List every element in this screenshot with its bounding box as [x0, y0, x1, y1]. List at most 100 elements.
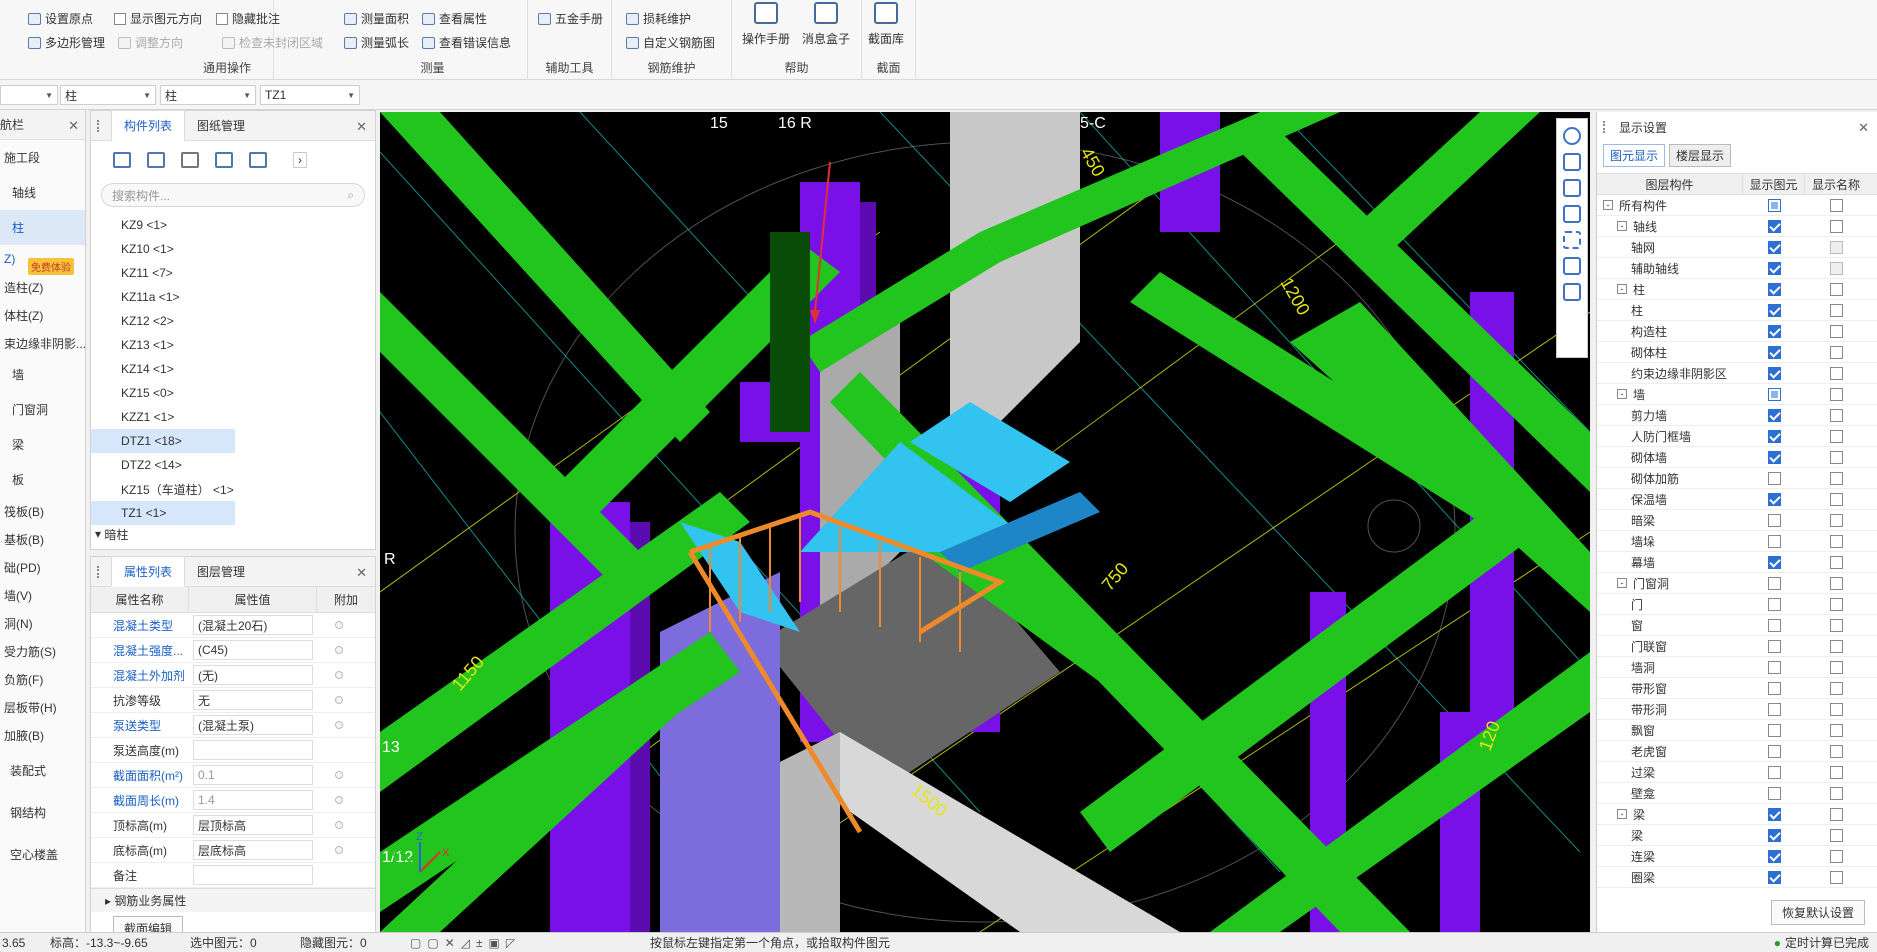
show-element-checkbox[interactable] — [1767, 723, 1781, 737]
show-element-checkbox[interactable] — [1767, 870, 1781, 884]
property-row[interactable]: 备注 — [91, 863, 375, 888]
component-list-item[interactable]: KZZ1 <1> — [91, 405, 375, 429]
component-list-item[interactable]: DTZ1 <18> — [91, 429, 235, 453]
component-list-item[interactable]: KZ12 <2> — [91, 309, 375, 333]
component-list-item[interactable]: KZ9 <1> — [91, 213, 375, 237]
show-element-checkbox[interactable] — [1767, 261, 1781, 275]
property-value-field[interactable] — [193, 740, 313, 760]
set-origin-button[interactable]: 设置原点 — [28, 10, 93, 27]
show-element-checkbox[interactable] — [1767, 429, 1781, 443]
drag-handle[interactable] — [97, 566, 101, 578]
3d-view-icon[interactable] — [1563, 179, 1581, 197]
show-element-checkbox[interactable] — [1767, 576, 1781, 590]
layer-copy-icon[interactable] — [215, 152, 233, 168]
collapse-icon[interactable]: - — [1617, 389, 1627, 399]
show-element-checkbox[interactable] — [1767, 828, 1781, 842]
manual-button[interactable]: 操作手册 — [742, 2, 790, 47]
property-row[interactable]: 泵送高度(m) — [91, 738, 375, 763]
show-name-checkbox[interactable] — [1829, 282, 1843, 296]
collapse-icon[interactable]: - — [1617, 221, 1627, 231]
show-name-checkbox[interactable] — [1829, 744, 1843, 758]
property-row[interactable]: 抗渗等级 无 — [91, 688, 375, 713]
show-element-checkbox[interactable] — [1767, 198, 1781, 212]
polygon-manage-button[interactable]: 多边形管理 — [28, 34, 105, 51]
show-element-checkbox[interactable] — [1767, 492, 1781, 506]
show-element-checkbox[interactable] — [1767, 681, 1781, 695]
custom-rebar-button[interactable]: 自定义钢筋图 — [626, 34, 715, 51]
show-element-checkbox[interactable] — [1767, 702, 1781, 716]
attach-radio[interactable] — [335, 621, 343, 629]
show-element-checkbox[interactable] — [1767, 744, 1781, 758]
show-name-checkbox[interactable] — [1829, 870, 1843, 884]
component-list-item[interactable]: KZ11 <7> — [91, 261, 375, 285]
show-element-checkbox[interactable] — [1767, 282, 1781, 296]
show-name-checkbox[interactable] — [1829, 513, 1843, 527]
show-element-checkbox[interactable] — [1767, 513, 1781, 527]
show-element-checkbox[interactable] — [1767, 324, 1781, 338]
show-name-checkbox[interactable] — [1829, 618, 1843, 632]
section-library-button[interactable]: 截面库 — [868, 2, 904, 47]
property-value-field[interactable]: 0.1 — [193, 765, 313, 785]
property-value-field[interactable]: (C45) — [193, 640, 313, 660]
nav-item[interactable]: 门窗洞 — [0, 392, 85, 427]
show-element-checkbox[interactable] — [1767, 219, 1781, 233]
orbit-icon[interactable] — [1563, 127, 1581, 145]
property-row[interactable]: 截面面积(m²) 0.1 — [91, 763, 375, 788]
drag-handle[interactable] — [97, 120, 101, 132]
view-properties-button[interactable]: 查看属性 — [422, 10, 487, 27]
close-icon[interactable]: ✕ — [356, 565, 367, 581]
show-element-checkbox[interactable] — [1767, 366, 1781, 380]
free-trial-badge[interactable]: 免费体验 — [28, 258, 74, 275]
show-name-checkbox[interactable] — [1829, 849, 1843, 863]
nav-item[interactable]: 负筋(F) — [0, 665, 85, 693]
nav-item[interactable]: 装配式 — [0, 749, 85, 791]
copy-icon[interactable] — [147, 152, 165, 168]
nav-item[interactable]: 体柱(Z) — [0, 301, 85, 329]
property-row[interactable]: 混凝土外加剂 (无) — [91, 663, 375, 688]
property-row[interactable]: 泵送类型 (混凝土泵) — [91, 713, 375, 738]
cube-view-icon[interactable] — [1563, 205, 1581, 223]
show-element-checkbox[interactable] — [1767, 387, 1781, 401]
group-row[interactable]: ▾ 暗柱 — [91, 525, 375, 543]
show-element-checkbox[interactable] — [1767, 618, 1781, 632]
show-name-checkbox[interactable] — [1829, 723, 1843, 737]
show-name-checkbox[interactable] — [1829, 345, 1843, 359]
property-value-field[interactable]: 1.4 — [193, 790, 313, 810]
nav-item[interactable]: 空心楼盖 — [0, 833, 85, 875]
component-list-item[interactable]: TZ1 <1> — [91, 501, 235, 525]
show-element-checkbox[interactable] — [1767, 807, 1781, 821]
nav-item[interactable]: 钢结构 — [0, 791, 85, 833]
nav-item[interactable]: 洞(N) — [0, 609, 85, 637]
attach-radio[interactable] — [335, 821, 343, 829]
show-name-checkbox[interactable] — [1829, 492, 1843, 506]
component-select[interactable]: TZ1 ▼ — [260, 85, 360, 105]
property-value-field[interactable] — [193, 865, 313, 885]
nav-item[interactable]: 层板带(H) — [0, 693, 85, 721]
show-name-checkbox[interactable] — [1829, 786, 1843, 800]
view-errors-button[interactable]: 查看错误信息 — [422, 34, 511, 51]
show-name-checkbox[interactable] — [1829, 681, 1843, 695]
nav-item[interactable]: 墙 — [0, 357, 85, 392]
show-element-checkbox[interactable] — [1767, 345, 1781, 359]
attach-radio[interactable] — [335, 771, 343, 779]
property-value-field[interactable]: 无 — [193, 690, 313, 710]
show-name-checkbox[interactable] — [1829, 555, 1843, 569]
list-view-icon[interactable] — [1563, 283, 1581, 301]
component-list-item[interactable]: DTZ2 <14> — [91, 453, 375, 477]
property-row[interactable]: 截面周长(m) 1.4 — [91, 788, 375, 813]
tab-element-display[interactable]: 图元显示 — [1603, 144, 1666, 167]
measure-area-button[interactable]: 测量面积 — [344, 10, 409, 27]
loss-maintenance-button[interactable]: 损耗维护 — [626, 10, 691, 27]
attach-radio[interactable] — [335, 646, 343, 654]
show-element-checkbox[interactable] — [1767, 660, 1781, 674]
attach-radio[interactable] — [335, 696, 343, 704]
show-name-checkbox[interactable] — [1829, 702, 1843, 716]
show-name-checkbox[interactable] — [1829, 660, 1843, 674]
status-tool-icons[interactable]: ▢▢✕◿±▣◸ — [410, 936, 650, 950]
drag-handle[interactable] — [1603, 121, 1607, 133]
property-row[interactable]: 混凝土强度... (C45) — [91, 638, 375, 663]
filter-icon[interactable] — [249, 152, 267, 168]
new-component-icon[interactable] — [113, 152, 131, 168]
component-list-item[interactable]: KZ14 <1> — [91, 357, 375, 381]
3d-viewport[interactable]: 15 16 R 5-C R 13 1/12 750 1150 1500 450 … — [380, 112, 1590, 932]
